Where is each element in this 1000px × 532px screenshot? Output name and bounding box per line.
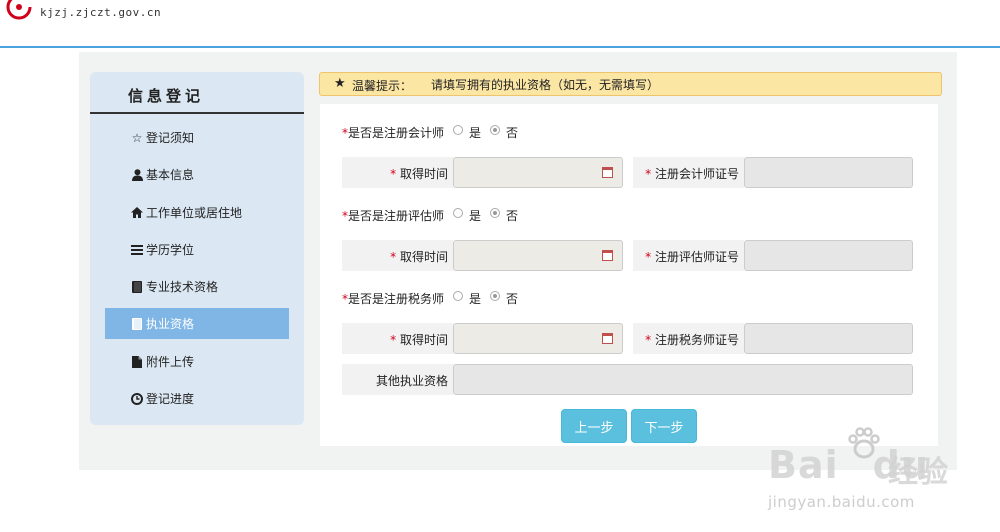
sidebar-item-practicing-qualification[interactable]: 执业资格: [105, 308, 289, 339]
list-icon: [130, 244, 144, 255]
tip-banner: ★ 温馨提示： 请填写拥有的执业资格（如无，无需填写）: [319, 72, 942, 96]
next-button[interactable]: 下一步: [631, 409, 697, 443]
radio-tax-agent-yes[interactable]: [453, 291, 463, 301]
other-qualification-label: 其他执业资格: [375, 374, 448, 388]
file-icon: [130, 355, 144, 368]
sidebar-item-label: 登记须知: [146, 131, 195, 145]
sidebar-item-label: 专业技术资格: [146, 280, 219, 294]
watermark-cn: 经验: [888, 455, 948, 490]
sidebar-title-text: 信息登记: [128, 87, 205, 105]
sidebar-item-registration-progress[interactable]: 登记进度: [105, 383, 289, 414]
site-header: kjzj.zjczt.gov.cn: [0, 0, 1000, 48]
radio-label-no: 否: [506, 126, 519, 140]
sidebar-item-label: 附件上传: [146, 355, 195, 369]
tip-label: 温馨提示：: [352, 79, 413, 93]
calendar-icon[interactable]: [602, 167, 613, 178]
baidu-jingyan-watermark: Bai du 经验 jingyan.baidu.com: [760, 425, 990, 525]
home-icon: [130, 207, 144, 218]
cert-input-appraiser[interactable]: [744, 240, 913, 271]
sidebar-item-label: 基本信息: [146, 168, 195, 182]
clock-icon: [130, 392, 144, 405]
sidebar-item-attachment-upload[interactable]: 附件上传: [105, 346, 289, 377]
cert-input-accountant[interactable]: [744, 157, 913, 188]
date-label-accountant: * 取得时间: [390, 167, 448, 181]
sidebar: 信息登记 ☆ 登记须知 基本信息 工作单位或居住地 学历学位 专业技术资格 执业…: [90, 72, 304, 425]
book-icon: [130, 317, 144, 330]
question-accountant: *是否是注册会计师: [342, 126, 445, 140]
watermark-url: jingyan.baidu.com: [768, 493, 915, 511]
question-tax-agent: *是否是注册税务师: [342, 292, 445, 306]
sidebar-title: 信息登记: [90, 72, 304, 114]
date-label-appraiser: * 取得时间: [390, 250, 448, 264]
book-icon: [130, 280, 144, 293]
cert-label-tax-agent: * 注册税务师证号: [645, 333, 739, 347]
radio-label-no: 否: [506, 209, 519, 223]
site-url: kjzj.zjczt.gov.cn: [40, 6, 162, 19]
sidebar-item-label: 工作单位或居住地: [146, 206, 243, 220]
date-input-accountant[interactable]: [453, 157, 623, 188]
sidebar-item-basic-info[interactable]: 基本信息: [105, 159, 289, 190]
radio-tax-agent-no[interactable]: [490, 291, 500, 301]
cert-label-appraiser: * 注册评估师证号: [645, 250, 739, 264]
calendar-icon[interactable]: [602, 333, 613, 344]
cert-input-tax-agent[interactable]: [744, 323, 913, 354]
radio-label-yes: 是: [469, 126, 482, 140]
sidebar-item-label: 登记进度: [146, 392, 195, 406]
radio-appraiser-no[interactable]: [490, 208, 500, 218]
sidebar-item-workplace[interactable]: 工作单位或居住地: [105, 197, 289, 228]
date-label-tax-agent: * 取得时间: [390, 333, 448, 347]
radio-label-no: 否: [506, 292, 519, 306]
sidebar-item-label: 学历学位: [146, 243, 195, 257]
radio-label-yes: 是: [469, 292, 482, 306]
radio-label-yes: 是: [469, 209, 482, 223]
sidebar-item-registration-notice[interactable]: ☆ 登记须知: [105, 122, 289, 153]
sidebar-item-label: 执业资格: [146, 317, 195, 331]
star-outline-icon: ☆: [131, 130, 143, 145]
question-appraiser: *是否是注册评估师: [342, 209, 445, 223]
radio-appraiser-yes[interactable]: [453, 208, 463, 218]
radio-accountant-no[interactable]: [490, 125, 500, 135]
calendar-icon[interactable]: [602, 250, 613, 261]
star-icon: ★: [334, 76, 346, 91]
sidebar-item-professional-qualification[interactable]: 专业技术资格: [105, 271, 289, 302]
user-icon: [130, 168, 144, 181]
cert-label-accountant: * 注册会计师证号: [645, 167, 739, 181]
radio-accountant-yes[interactable]: [453, 125, 463, 135]
date-input-tax-agent[interactable]: [453, 323, 623, 354]
site-logo-icon: [6, 0, 32, 20]
prev-button[interactable]: 上一步: [561, 409, 627, 443]
sidebar-item-education[interactable]: 学历学位: [105, 234, 289, 265]
date-input-appraiser[interactable]: [453, 240, 623, 271]
tip-text: 请填写拥有的执业资格（如无，无需填写）: [431, 78, 660, 92]
other-qualification-input[interactable]: [453, 364, 913, 395]
